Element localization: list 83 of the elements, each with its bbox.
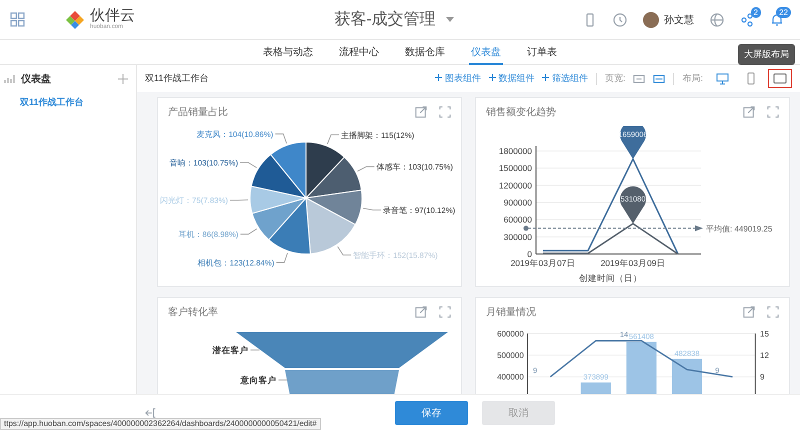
axis-title: 创建时间（日） bbox=[579, 273, 642, 283]
logo-icon bbox=[65, 10, 85, 30]
export-icon[interactable] bbox=[743, 106, 755, 118]
cancel-button[interactable]: 取消 bbox=[482, 400, 555, 424]
average-label: 平均值: 449019.25 bbox=[706, 224, 772, 234]
card-title: 客户转化率 bbox=[168, 306, 219, 319]
page-width-label: 页宽: bbox=[604, 72, 626, 85]
add-component-button[interactable]: 图表组件 bbox=[435, 72, 481, 85]
export-icon[interactable] bbox=[743, 306, 755, 318]
page-title: 获客-成交管理 bbox=[334, 10, 436, 30]
avatar[interactable] bbox=[643, 12, 659, 28]
plus-icon bbox=[542, 74, 550, 81]
leader-line bbox=[240, 228, 258, 235]
width-icon[interactable] bbox=[633, 72, 646, 84]
axis-label: 900000 bbox=[504, 198, 532, 208]
value-label: 482838 bbox=[674, 349, 700, 358]
caret-icon[interactable] bbox=[446, 17, 454, 22]
plus-icon bbox=[488, 74, 496, 81]
sidebar-title: 仪表盘 bbox=[21, 72, 52, 86]
stage-label: 意向客户 bbox=[240, 375, 276, 385]
fullscreen-icon[interactable] bbox=[439, 306, 451, 318]
axis-label: 600000 bbox=[504, 214, 532, 225]
clock-icon[interactable] bbox=[613, 12, 627, 26]
pin-marker bbox=[620, 186, 646, 224]
axis-label: 0 bbox=[527, 249, 532, 259]
grid-menu-icon[interactable] bbox=[10, 12, 25, 27]
axis-label: 2019年03月09日 bbox=[600, 258, 666, 268]
chart-icon bbox=[4, 74, 15, 84]
user-name[interactable]: 孙文慧 bbox=[664, 12, 694, 26]
add-component-button[interactable]: 筛选组件 bbox=[542, 72, 588, 85]
layout-button[interactable] bbox=[768, 69, 792, 88]
card-title: 产品销量占比 bbox=[168, 106, 229, 119]
dashboard-title: 双11作战工作台 bbox=[145, 72, 210, 85]
share-icon[interactable] bbox=[740, 12, 754, 26]
export-icon[interactable] bbox=[415, 306, 427, 318]
count-badge: 2 bbox=[750, 6, 761, 18]
leader-line bbox=[230, 200, 248, 201]
leader-line bbox=[362, 208, 382, 210]
axis-label: 1200000 bbox=[498, 180, 532, 190]
stage-label: 潜在客户 bbox=[212, 345, 248, 355]
axis-label: 1500000 bbox=[498, 163, 532, 174]
leader-line bbox=[326, 134, 340, 144]
monitor-icon bbox=[716, 72, 729, 84]
tab[interactable]: 表格与动态 bbox=[261, 40, 315, 65]
leader-line bbox=[274, 134, 287, 144]
tab[interactable]: 流程中心 bbox=[337, 40, 381, 65]
axis-label: 300000 bbox=[504, 232, 532, 242]
fullscreen-icon[interactable] bbox=[767, 306, 779, 318]
layout-label: 布局: bbox=[682, 72, 703, 85]
tooltip: 大屏版布局 bbox=[738, 44, 795, 65]
axis-label: 1800000 bbox=[498, 146, 532, 156]
tab[interactable]: 数据仓库 bbox=[403, 40, 447, 65]
leader-line bbox=[276, 252, 288, 263]
card-title: 销售额变化趋势 bbox=[486, 106, 557, 119]
fullscreen-icon[interactable] bbox=[439, 106, 451, 118]
card-title: 月销量情况 bbox=[486, 306, 537, 319]
add-component-button[interactable]: 数据组件 bbox=[488, 72, 534, 85]
axis-label: 2019年03月07日 bbox=[510, 258, 576, 268]
globe-icon[interactable] bbox=[710, 12, 724, 26]
value-label: 373899 bbox=[583, 372, 608, 382]
value-label: 9 bbox=[715, 366, 720, 376]
leader-line bbox=[357, 166, 375, 172]
y-axis bbox=[527, 333, 528, 394]
plus-icon bbox=[435, 74, 442, 81]
value-label: 9 bbox=[532, 366, 538, 376]
app-name: 伙伴云 bbox=[90, 8, 135, 24]
value-label: 561408 bbox=[628, 332, 654, 342]
width-icon[interactable] bbox=[653, 72, 666, 84]
leader-line bbox=[240, 162, 257, 168]
sidebar-item[interactable]: 双11作战工作台 bbox=[0, 92, 84, 113]
leader-line bbox=[337, 246, 352, 256]
collapse-icon[interactable] bbox=[145, 406, 157, 418]
save-button[interactable]: 保存 bbox=[395, 400, 468, 424]
phone-icon bbox=[747, 72, 755, 85]
fullscreen-icon[interactable] bbox=[767, 106, 779, 118]
tab[interactable]: 订单表 bbox=[525, 40, 559, 65]
add-icon[interactable] bbox=[118, 74, 128, 84]
export-icon[interactable] bbox=[415, 106, 427, 118]
count-badge: 22 bbox=[776, 6, 791, 18]
value-label: 14 bbox=[620, 330, 628, 339]
screen-icon bbox=[773, 73, 787, 84]
status-url: ttps://app.huoban.com/spaces/400000002362264/dashboards/2400000000050421/edit# bbox=[0, 418, 321, 430]
y-axis bbox=[754, 333, 756, 394]
